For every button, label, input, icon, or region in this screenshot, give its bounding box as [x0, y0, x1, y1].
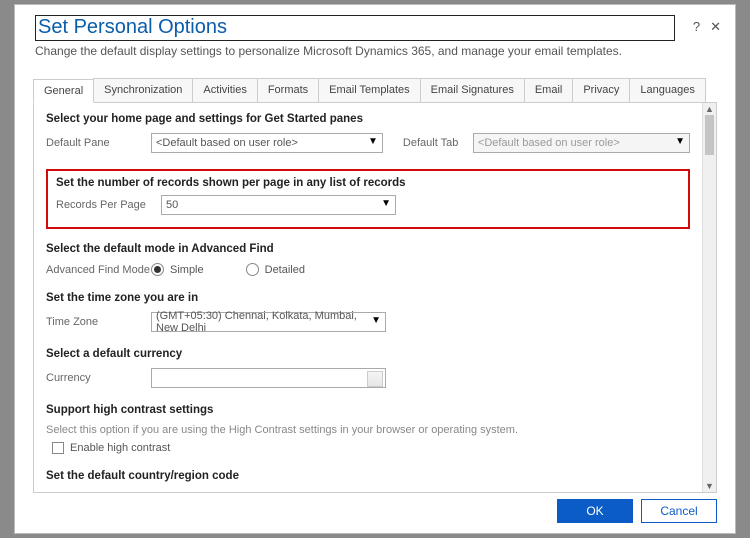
records-per-page-select[interactable]: 50 — [161, 195, 396, 215]
tab-strip: General Synchronization Activities Forma… — [33, 78, 717, 103]
contrast-note: Select this option if you are using the … — [46, 424, 690, 436]
currency-label: Currency — [46, 372, 151, 384]
section-contrast-title: Support high contrast settings — [46, 404, 690, 416]
cancel-button[interactable]: Cancel — [641, 499, 717, 523]
radio-simple-icon — [151, 263, 164, 276]
tab-body: Select your home page and settings for G… — [33, 103, 717, 493]
dialog-footer: OK Cancel — [557, 499, 717, 523]
section-homepage: Select your home page and settings for G… — [46, 113, 690, 153]
tab-activities[interactable]: Activities — [192, 78, 257, 102]
timezone-label: Time Zone — [46, 316, 151, 328]
advanced-find-mode-label: Advanced Find Mode — [46, 264, 151, 276]
tab-formats[interactable]: Formats — [257, 78, 319, 102]
section-advanced-find: Select the default mode in Advanced Find… — [46, 243, 690, 276]
tab-privacy[interactable]: Privacy — [572, 78, 630, 102]
scroll-down-icon[interactable]: ▼ — [703, 480, 716, 492]
enable-high-contrast-checkbox[interactable] — [52, 442, 64, 454]
section-records-highlight: Set the number of records shown per page… — [46, 169, 690, 229]
radio-simple[interactable]: Simple — [151, 263, 204, 276]
section-currency-title: Select a default currency — [46, 348, 690, 360]
personal-options-dialog: Set Personal Options Change the default … — [14, 4, 736, 534]
default-pane-label: Default Pane — [46, 137, 151, 149]
default-tab-select[interactable]: <Default based on user role> — [473, 133, 690, 153]
default-pane-select[interactable]: <Default based on user role> — [151, 133, 383, 153]
timezone-select[interactable]: (GMT+05:30) Chennai, Kolkata, Mumbai, Ne… — [151, 312, 386, 332]
section-homepage-title: Select your home page and settings for G… — [46, 113, 690, 125]
section-records-title: Set the number of records shown per page… — [56, 177, 680, 189]
section-region: Set the default country/region code — [46, 470, 690, 482]
tab-email-templates[interactable]: Email Templates — [318, 78, 421, 102]
section-advanced-find-title: Select the default mode in Advanced Find — [46, 243, 690, 255]
currency-lookup[interactable] — [151, 368, 386, 388]
section-contrast: Support high contrast settings Select th… — [46, 404, 690, 454]
scroll-up-icon[interactable]: ▲ — [703, 103, 716, 115]
section-currency: Select a default currency Currency — [46, 348, 690, 388]
enable-high-contrast-label: Enable high contrast — [70, 442, 170, 454]
tab-general[interactable]: General — [33, 79, 94, 103]
tab-synchronization[interactable]: Synchronization — [93, 78, 193, 102]
radio-detailed-icon — [246, 263, 259, 276]
section-region-title: Set the default country/region code — [46, 470, 690, 482]
help-icon[interactable]: ? — [693, 19, 700, 35]
scroll-thumb[interactable] — [705, 115, 714, 155]
default-tab-label: Default Tab — [403, 137, 473, 149]
radio-detailed[interactable]: Detailed — [246, 263, 305, 276]
scroll-content: Select your home page and settings for G… — [34, 103, 702, 492]
records-per-page-label: Records Per Page — [56, 199, 161, 211]
tab-languages[interactable]: Languages — [629, 78, 705, 102]
tab-email[interactable]: Email — [524, 78, 574, 102]
section-timezone-title: Set the time zone you are in — [46, 292, 690, 304]
dialog-subtitle: Change the default display settings to p… — [35, 44, 721, 58]
title-selection-box: Set Personal Options — [35, 15, 675, 41]
dialog-header: Set Personal Options Change the default … — [15, 5, 735, 62]
dialog-title: Set Personal Options — [36, 16, 674, 40]
ok-button[interactable]: OK — [557, 499, 633, 523]
section-timezone: Set the time zone you are in Time Zone (… — [46, 292, 690, 332]
vertical-scrollbar[interactable]: ▲ ▼ — [702, 103, 716, 492]
tab-email-signatures[interactable]: Email Signatures — [420, 78, 525, 102]
close-icon[interactable]: ✕ — [710, 19, 721, 35]
